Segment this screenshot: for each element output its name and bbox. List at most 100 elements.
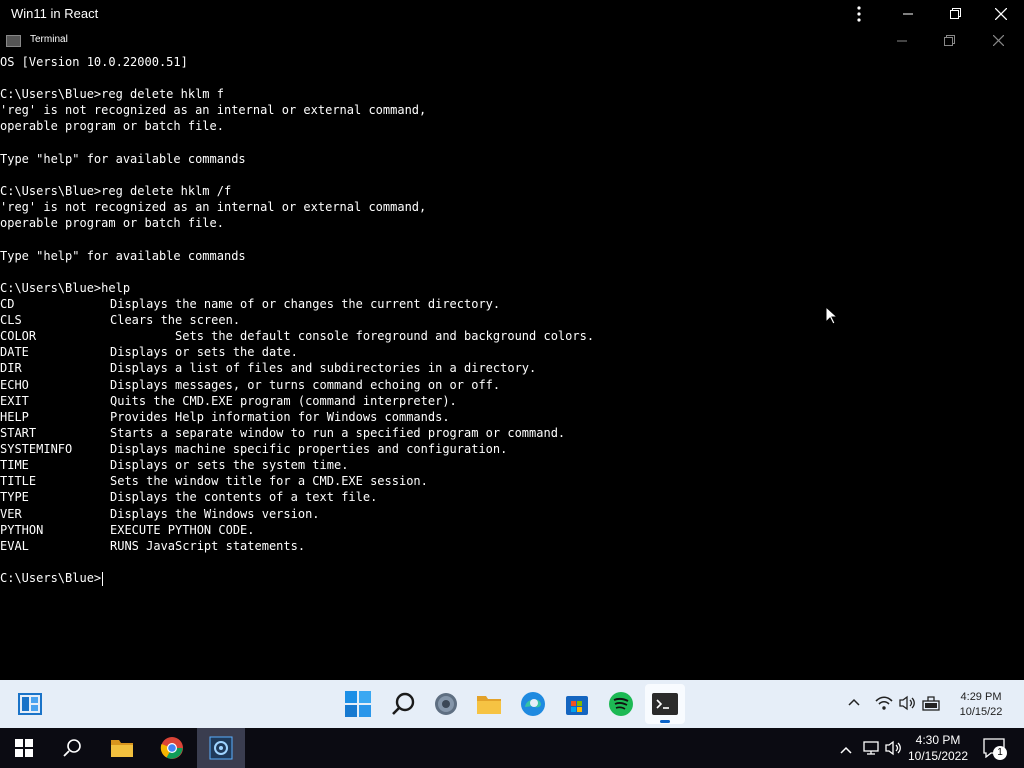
battery-icon[interactable]	[922, 694, 942, 717]
help-command: PYTHON	[0, 523, 44, 537]
terminal-line: C:\Users\Blue>reg delete hklm f	[0, 87, 224, 101]
help-description: Displays machine specific properties and…	[110, 442, 508, 456]
help-command: EXIT	[0, 394, 29, 408]
file-explorer-icon[interactable]	[475, 690, 503, 718]
help-row: DATE Displays or sets the date.	[0, 344, 700, 360]
help-command: DATE	[0, 345, 29, 359]
help-command: SYSTEMINFO	[0, 442, 73, 456]
help-description: Displays the contents of a text file.	[110, 490, 378, 504]
terminal-output[interactable]: OS [Version 10.0.22000.51] C:\Users\Blue…	[0, 54, 1024, 680]
start-icon[interactable]	[344, 690, 372, 718]
help-row: SYSTEMINFO Displays machine specific prop…	[0, 441, 700, 457]
more-options-button[interactable]	[836, 0, 882, 27]
widgets-icon[interactable]	[16, 690, 44, 718]
app-icon[interactable]	[197, 728, 245, 768]
command-prompt[interactable]: C:\Users\Blue>	[0, 570, 104, 586]
terminal-close-button[interactable]	[975, 27, 1021, 54]
help-description: Displays messages, or turns command echo…	[110, 378, 501, 392]
help-row: DIR Displays a list of files and subdirec…	[0, 360, 700, 376]
help-description: RUNS JavaScript statements.	[110, 539, 306, 553]
search-icon[interactable]	[389, 690, 417, 718]
terminal-line: C:\Users\Blue>reg delete hklm /f	[0, 184, 232, 198]
help-command: CD	[0, 297, 15, 311]
kebab-icon	[857, 5, 861, 22]
help-description: Sets the default console foreground and …	[110, 329, 595, 343]
help-row: HELP Provides Help information for Window…	[0, 409, 700, 425]
help-description: Quits the CMD.EXE program (command inter…	[110, 394, 457, 408]
help-description: Displays the Windows version.	[110, 507, 320, 521]
win11-clock[interactable]: 4:29 PM 10/15/22	[956, 690, 1006, 720]
help-row: TIME Displays or sets the system time.	[0, 457, 700, 473]
terminal-maximize-button[interactable]	[926, 27, 972, 54]
host-clock[interactable]: 4:30 PM 10/15/2022	[906, 732, 970, 764]
help-command: TYPE	[0, 490, 29, 504]
help-description: Displays the name of or changes the curr…	[110, 297, 501, 311]
app-close-button[interactable]	[978, 0, 1024, 27]
host-date: 10/15/2022	[907, 749, 969, 763]
prompt-text: C:\Users\Blue>	[0, 571, 102, 585]
close-icon	[995, 7, 1007, 20]
chevron-up-icon[interactable]	[848, 694, 860, 712]
help-description: Sets the window title for a CMD.EXE sess…	[110, 474, 428, 488]
mouse-pointer-icon	[825, 306, 839, 325]
help-row: VER Displays the Windows version.	[0, 506, 700, 522]
terminal-line: OS [Version 10.0.22000.51]	[0, 55, 188, 69]
minimize-icon	[903, 13, 913, 14]
help-command: CLS	[0, 313, 22, 327]
notification-badge: 1	[993, 746, 1007, 760]
help-command: VER	[0, 507, 22, 521]
edge-icon[interactable]	[519, 690, 547, 718]
restore-icon	[949, 8, 961, 19]
terminal-icon[interactable]	[651, 690, 679, 718]
help-command: TIME	[0, 458, 29, 472]
file-explorer-icon[interactable]	[98, 728, 146, 768]
help-description: Displays or sets the system time.	[110, 458, 349, 472]
help-row: EVAL RUNS JavaScript statements.	[0, 538, 700, 554]
volume-icon[interactable]	[899, 695, 917, 716]
volume-icon[interactable]	[885, 740, 903, 761]
help-description: Clears the screen.	[110, 313, 241, 327]
help-row: TITLE Sets the window title for a CMD.EXE…	[0, 473, 700, 489]
win11-taskbar	[0, 680, 1024, 728]
help-command: HELP	[0, 410, 29, 424]
store-icon[interactable]	[563, 690, 591, 718]
help-row: PYTHON EXECUTE PYTHON CODE.	[0, 522, 700, 538]
help-row: ECHO Displays messages, or turns command …	[0, 377, 700, 393]
help-row: TYPE Displays the contents of a text file…	[0, 489, 700, 505]
close-icon	[992, 35, 1004, 46]
app-minimize-button[interactable]	[885, 0, 931, 27]
settings-icon[interactable]	[432, 690, 460, 718]
app-title: Win11 in React	[11, 6, 99, 21]
help-description: Displays or sets the date.	[110, 345, 298, 359]
text-caret	[102, 571, 104, 586]
search-icon[interactable]	[48, 728, 96, 768]
help-command: ECHO	[0, 378, 29, 392]
help-command: TITLE	[0, 474, 37, 488]
terminal-line: operable program or batch file.	[0, 119, 224, 133]
help-row: COLOR Sets the default console foregroun…	[0, 328, 700, 344]
terminal-titlebar[interactable]	[0, 27, 1024, 54]
host-time: 4:30 PM	[915, 733, 961, 747]
active-indicator	[660, 720, 670, 723]
network-icon[interactable]	[862, 740, 880, 761]
chevron-up-icon[interactable]	[840, 742, 852, 760]
help-description: Starts a separate window to run a specif…	[110, 426, 566, 440]
app-restore-button[interactable]	[932, 0, 978, 27]
terminal-line: Type "help" for available commands	[0, 152, 246, 166]
spotify-icon[interactable]	[607, 690, 635, 718]
win11-time: 4:29 PM	[960, 691, 1002, 703]
chrome-icon[interactable]	[148, 728, 196, 768]
help-description: Displays a list of files and subdirector…	[110, 361, 537, 375]
help-row: CLS Clears the screen.	[0, 312, 700, 328]
help-command: COLOR	[0, 329, 37, 343]
terminal-line: C:\Users\Blue>help	[0, 281, 131, 295]
terminal-minimize-button[interactable]	[879, 27, 925, 54]
wifi-icon[interactable]	[875, 696, 893, 715]
terminal-icon	[6, 35, 21, 47]
help-command: DIR	[0, 361, 22, 375]
help-row: EXIT Quits the CMD.EXE program (command i…	[0, 393, 700, 409]
terminal-line: 'reg' is not recognized as an internal o…	[0, 200, 427, 214]
help-row: CD Displays the name of or changes the cu…	[0, 296, 700, 312]
windows-start-icon[interactable]	[0, 728, 48, 768]
restore-icon	[943, 35, 955, 46]
